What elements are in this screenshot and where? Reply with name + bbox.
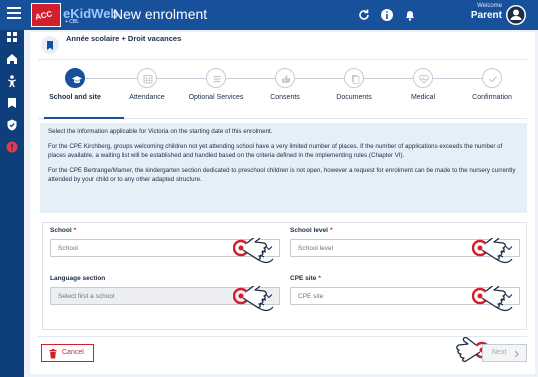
step-optional-services[interactable] [206,68,226,88]
step-label-attendance[interactable]: Attendance [112,94,182,101]
enrolment-title: Année scolaire + Droit vacances [66,34,182,43]
language-section-select-value: Select first a school [58,293,115,300]
step-consents[interactable] [275,68,295,88]
app-logo[interactable]: ACC eKidWeb + CBL [31,3,118,27]
logo-badge: ACC [34,9,54,22]
chevron-right-icon [514,350,519,358]
logo-sub: + CBL [65,19,80,25]
active-step-indicator [44,117,124,119]
step-label-medical[interactable]: Medical [388,94,458,101]
top-bar: ACC eKidWeb + CBL New enrolment Welcome … [0,0,538,30]
school-level-select-value: School level [298,245,334,252]
next-button[interactable]: Next [482,344,527,362]
refresh-icon[interactable] [357,8,371,22]
cpe-site-select[interactable]: CPE site [290,287,520,305]
sidebar [0,30,24,377]
user-name: Parent [470,10,502,21]
school-select-value: School [58,245,78,252]
book-icon[interactable] [5,96,19,110]
shield-icon[interactable] [5,118,19,132]
school-select[interactable]: School [50,239,280,257]
info-icon[interactable] [380,8,394,22]
calendar-icon [143,75,153,84]
step-confirmation[interactable] [482,68,502,88]
welcome-text: Welcome [477,3,502,9]
chevron-down-icon [505,294,513,299]
cancel-label: Cancel [62,349,84,356]
documents-icon [352,75,360,84]
main-panel: Année scolaire + Droit vacances School a… [30,32,535,374]
info-paragraph: Select the information applicable for Vi… [48,128,273,135]
thumbs-up-icon [282,75,291,83]
list-icon [213,75,221,83]
stepper: School and site Attendance Optional Serv… [30,68,535,112]
child-icon[interactable] [5,74,19,88]
info-paragraph: For the CPE Bertrange/Mamer, the kinderg… [48,167,516,183]
step-label-consents[interactable]: Consents [250,94,320,101]
bell-icon[interactable] [403,8,417,22]
alert-icon[interactable] [5,140,19,154]
cpe-site-label: CPE site * [290,275,321,282]
cancel-button[interactable]: Cancel [41,344,94,362]
menu-icon[interactable] [7,7,21,21]
trash-icon [49,349,57,359]
info-paragraph: For the CPE Kirchberg, groups welcoming … [48,143,503,159]
avatar-icon[interactable] [505,4,527,26]
step-school-and-site[interactable] [65,68,85,88]
info-box: Select the information applicable for Vi… [40,123,527,213]
bookmark-icon [41,36,59,54]
chevron-down-icon [265,246,273,251]
footer-divider [38,336,527,337]
language-section-label: Language section [50,275,106,282]
enrolment-header: Année scolaire + Droit vacances [38,32,527,54]
step-label-school-and-site[interactable]: School and site [40,94,110,101]
school-label: School * [50,227,77,234]
school-level-select[interactable]: School level [290,239,520,257]
step-label-documents[interactable]: Documents [319,94,389,101]
user-greeting: Welcome Parent [470,3,502,21]
check-icon [489,76,497,83]
heart-pulse-icon [419,74,429,84]
graduation-cap-icon [72,76,82,84]
step-attendance[interactable] [137,68,157,88]
school-level-label: School level * [290,227,333,234]
school-form: School * School School level * School leve… [42,222,527,330]
header-divider [38,59,527,60]
step-label-confirmation[interactable]: Confirmation [457,94,527,101]
step-label-optional-services[interactable]: Optional Services [181,94,251,101]
chevron-down-icon [505,246,513,251]
page-title: New enrolment [113,6,208,22]
step-documents[interactable] [344,68,364,88]
cpe-site-select-value: CPE site [298,293,324,300]
step-medical[interactable] [413,68,433,88]
dashboard-icon[interactable] [5,30,19,44]
home-icon[interactable] [5,52,19,66]
next-label: Next [492,349,507,356]
language-section-select[interactable]: Select first a school [50,287,280,305]
chevron-down-icon [265,294,273,299]
